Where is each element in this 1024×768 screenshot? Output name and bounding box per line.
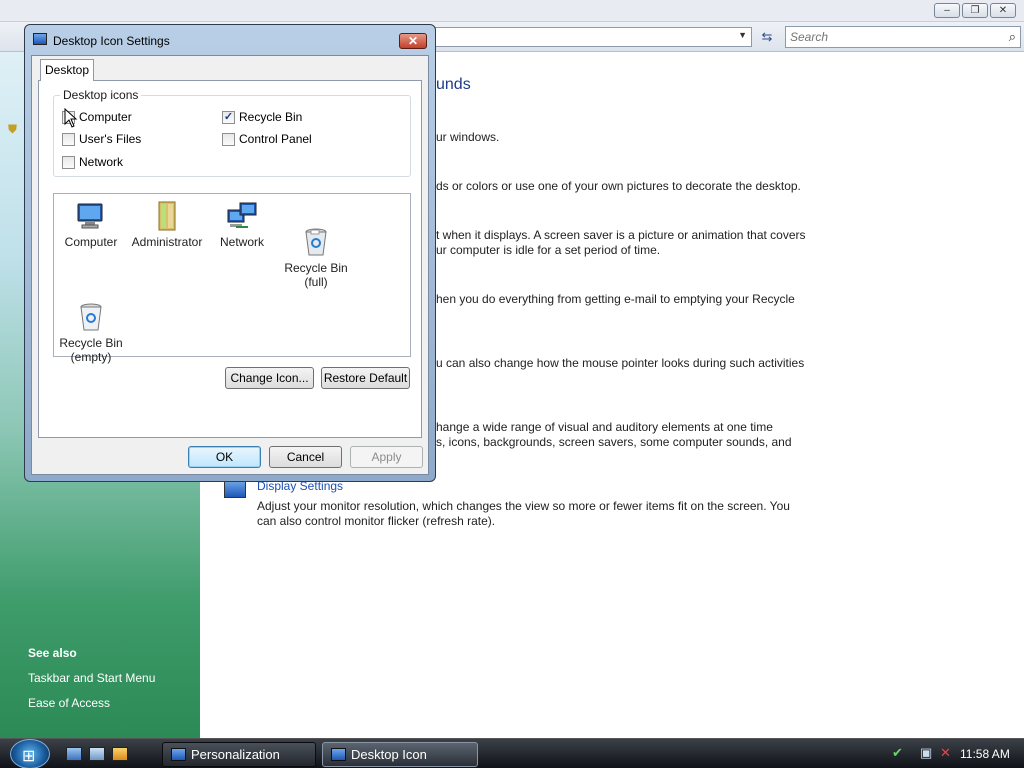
dialog-title: Desktop Icon Settings [53,34,170,48]
show-desktop-icon[interactable] [66,747,82,761]
content-text: ur windows. [436,130,500,144]
ok-button[interactable]: OK [188,446,261,468]
clock[interactable]: 11:58 AM [960,747,1010,761]
icon-item-network[interactable]: Network [205,200,279,249]
apply-button[interactable]: Apply [350,446,423,468]
network-icon [226,200,258,232]
volume-muted-icon[interactable]: ✕ [940,745,951,761]
user-folder-icon [151,200,183,232]
see-also-heading: See also [28,646,77,660]
security-shield-icon[interactable]: ✔ [892,745,903,761]
close-icon[interactable]: ✕ [399,33,427,49]
computer-icon [75,200,107,232]
checkbox-control-panel[interactable]: Control Panel [222,132,312,146]
mouse-cursor-icon [64,108,78,128]
content-text: hange a wide range of visual and auditor… [436,420,773,434]
content-text: ds or colors or use one of your own pict… [436,179,801,193]
checkmark-icon[interactable]: ✓ [222,110,235,124]
see-also-link-ease-of-access[interactable]: Ease of Access [28,696,110,710]
group-label: Desktop icons [60,88,142,102]
checkbox-users-files[interactable]: User's Files [62,132,141,146]
cancel-button[interactable]: Cancel [269,446,342,468]
chevron-down-icon[interactable]: ▼ [738,30,747,40]
checkbox-network[interactable]: Network [62,155,123,169]
tab-panel: Desktop icons Computer ✓ Recycle Bin Use… [38,80,422,438]
taskbar-item-label: Desktop Icon Settings [351,747,427,762]
recycle-bin-full-icon [300,212,332,256]
content-text: ur computer is idle for a set period of … [436,243,661,257]
icon-item-administrator[interactable]: Administrator [130,200,204,249]
media-player-icon[interactable] [112,747,128,761]
checkbox-box[interactable] [222,132,235,146]
dialog-app-icon [33,33,47,45]
window-titlebar: – ❐ ✕ [0,0,1024,22]
checkbox-label: Network [79,155,124,169]
dialog-body: Desktop Desktop icons Computer ✓ Recycle… [31,55,429,475]
taskbar-item-personalization[interactable]: Personalization [162,742,316,767]
desktop-icon-settings-dialog: Desktop Icon Settings ✕ Desktop Desktop … [24,24,436,482]
icon-label: Computer [64,235,118,249]
maximize-button[interactable]: ❐ [962,3,988,18]
page-title: unds [436,76,471,93]
icon-label: Recycle Bin (full) [284,261,348,289]
taskbar-item-desktop-icon-settings[interactable]: Desktop Icon Settings [322,742,478,767]
checkbox-box[interactable] [62,132,75,146]
content-text: u can also change how the mouse pointer … [436,356,805,370]
minimize-button[interactable]: – [934,3,960,18]
network-status-icon[interactable]: ▣ [920,745,932,761]
taskbar: ⊞ Personalization Desktop Icon Settings … [0,738,1024,768]
content-text: s, icons, backgrounds, screen savers, so… [436,435,792,449]
checkbox-box[interactable] [62,155,75,169]
shield-icon: ⛊ [8,122,18,136]
checkbox-recycle-bin[interactable]: ✓ Recycle Bin [222,110,302,124]
restore-default-button[interactable]: Restore Default [321,367,410,389]
desktop-icons-group: Desktop icons Computer ✓ Recycle Bin Use… [53,88,411,177]
content-text: hen you do everything from getting e-mai… [436,292,795,306]
recycle-bin-empty-icon [75,287,107,331]
checkbox-label: Recycle Bin [239,110,303,124]
address-bar[interactable]: ▼ [430,27,752,47]
checkbox-label: User's Files [79,132,142,146]
search-input[interactable] [790,30,990,44]
checkbox-label: Control Panel [239,132,312,146]
checkbox-label: Computer [79,110,132,124]
search-icon[interactable]: ⌕ [1009,29,1016,45]
content-text: t when it displays. A screen saver is a … [436,228,806,242]
display-settings-desc: Adjust your monitor resolution, which ch… [257,499,790,513]
windows-logo-icon: ⊞ [22,748,36,765]
refresh-icon[interactable]: ⇆ [756,27,778,47]
close-window-button[interactable]: ✕ [990,3,1016,18]
start-button[interactable]: ⊞ [10,739,50,768]
icon-label: Administrator [131,235,203,249]
display-settings-icon [224,480,246,498]
tab-desktop[interactable]: Desktop [40,59,94,81]
taskbar-item-label: Personalization [191,747,280,762]
personalization-icon [171,748,186,761]
search-box[interactable]: ⌕ [785,26,1021,48]
icon-list: Computer Administrator Network Recycle B… [53,193,411,364]
icon-label: Network [219,235,264,249]
change-icon-button[interactable]: Change Icon... [225,367,314,389]
icon-item-recycle-bin-full[interactable]: Recycle Bin (full) [279,198,353,303]
icon-item-recycle-bin-empty[interactable]: Recycle Bin (empty) [54,273,128,378]
desktop-icon-settings-icon [331,748,346,761]
see-also-link-taskbar[interactable]: Taskbar and Start Menu [28,671,155,685]
display-settings-desc: can also control monitor flicker (refres… [257,514,496,528]
switch-windows-icon[interactable] [89,747,105,761]
icon-label: Recycle Bin (empty) [59,336,123,364]
icon-item-computer[interactable]: Computer [54,200,128,249]
